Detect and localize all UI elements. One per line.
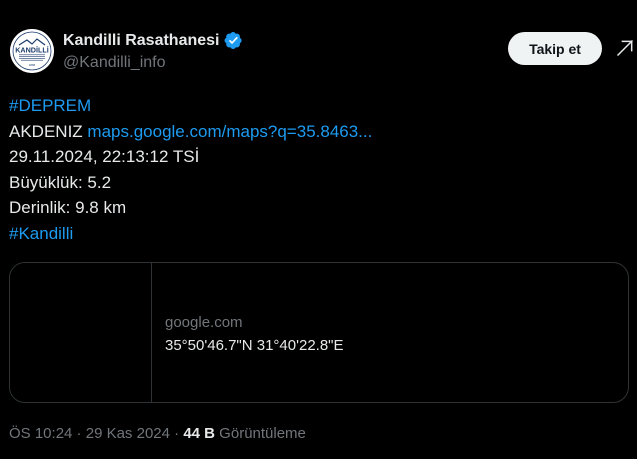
avatar[interactable]: KANDİLLİ 1868 [10,29,54,73]
hashtag-kandilli[interactable]: #Kandilli [9,224,73,243]
depth-text: Derinlik: 9.8 km [9,198,127,217]
views-count: 44 B [183,425,216,442]
svg-text:KANDİLLİ: KANDİLLİ [15,46,49,55]
views-label: Görüntüleme [215,425,306,442]
card-thumbnail [10,263,152,402]
card-title: 35°50'46.7"N 31°40'22.8"E [165,337,344,354]
author-name-row[interactable]: Kandilli Rasathanesi [63,31,243,50]
kandilli-logo-icon: KANDİLLİ 1868 [10,29,54,73]
follow-button[interactable]: Takip et [508,32,602,65]
meta-separator: · [169,425,184,442]
link-preview-card[interactable]: google.com 35°50'46.7"N 31°40'22.8"E [9,262,629,403]
verified-badge-icon [224,31,242,50]
datetime-text: 29.11.2024, 22:13:12 TSİ [9,147,200,166]
more-options-button[interactable] [614,37,636,59]
hashtag-deprem[interactable]: #DEPREM [9,96,91,115]
tweet-header: KANDİLLİ 1868 Kandilli Rasathanesi @Kand… [10,29,634,79]
tweet-text: #DEPREM AKDENIZ maps.google.com/maps?q=3… [9,93,619,246]
svg-text:1868: 1868 [29,63,36,67]
magnitude-text: Büyüklük: 5.2 [9,172,112,192]
author-handle[interactable]: @Kandilli_info [63,54,166,72]
meta-separator: · [72,425,86,442]
location-label: AKDENIZ [9,121,83,141]
tweet-date[interactable]: 29 Kas 2024 [86,425,170,442]
maps-link[interactable]: maps.google.com/maps?q=35.8463... [87,122,372,141]
card-domain: google.com [165,314,243,331]
tweet-time[interactable]: ÖS 10:24 [9,425,72,442]
grok-icon [616,39,634,57]
tweet-metadata: ÖS 10:24 · 29 Kas 2024 · 44 B Görüntülem… [9,425,306,442]
author-display-name[interactable]: Kandilli Rasathanesi [63,32,220,50]
